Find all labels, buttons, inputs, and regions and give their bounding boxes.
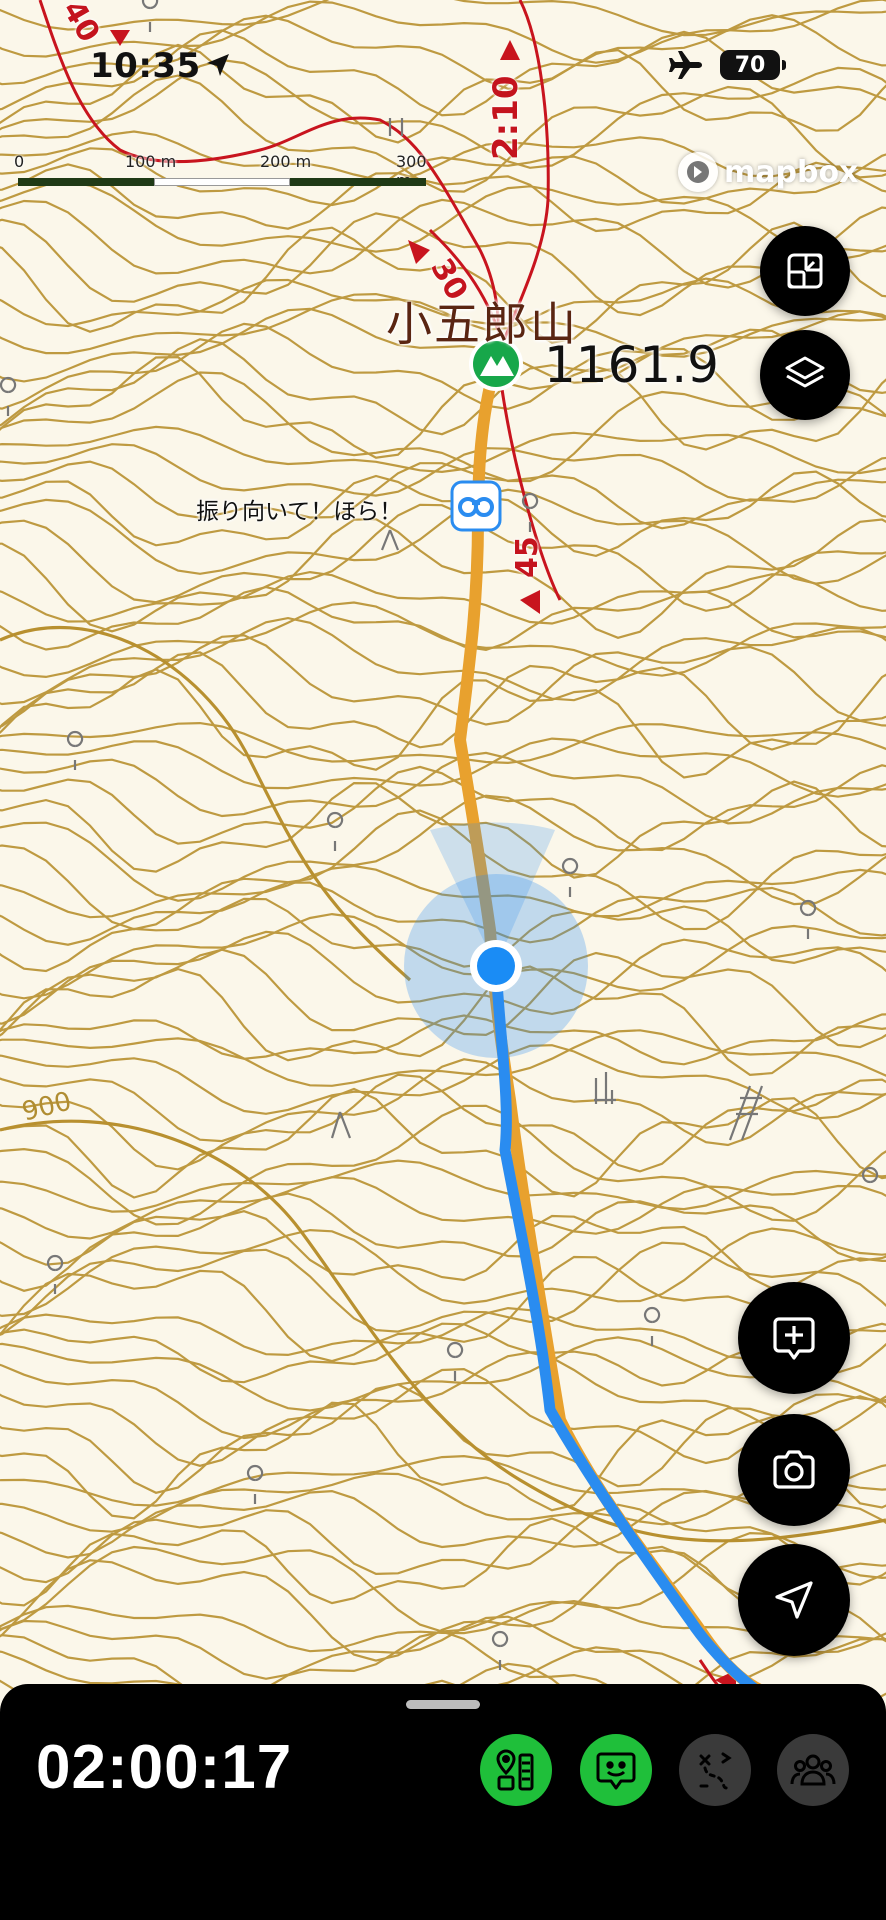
scale-tick: 0: [14, 152, 25, 171]
status-message-icon: [596, 1752, 636, 1790]
elapsed-time: 02:00:17: [36, 1733, 293, 1802]
course-time-label: 45: [510, 536, 545, 578]
add-memo-button[interactable]: [738, 1282, 850, 1394]
mapbox-logo-icon: [678, 152, 718, 192]
group-icon: [790, 1754, 836, 1786]
checkpoint-button[interactable]: [480, 1734, 552, 1806]
peak-elevation-label: 1161.9: [544, 336, 719, 394]
status-message-button[interactable]: [580, 1734, 652, 1806]
status-time: 10:35: [90, 46, 201, 86]
location-arrow-icon: [775, 1581, 813, 1619]
battery-level: 70: [734, 52, 766, 78]
camera-button[interactable]: [738, 1414, 850, 1526]
camera-icon: [773, 1450, 815, 1489]
route-off-button[interactable]: [679, 1734, 751, 1806]
activity-bottom-sheet[interactable]: 02:00:17: [0, 1684, 886, 1920]
layers-button[interactable]: [760, 330, 850, 420]
layers-icon: [785, 356, 825, 388]
route-off-icon: [699, 1752, 732, 1790]
airplane-mode-icon: [669, 51, 702, 79]
location-services-icon: [207, 54, 229, 76]
battery-indicator: 70: [720, 50, 786, 80]
scale-tick: 100 m: [125, 152, 177, 171]
scale-tick: 200 m: [260, 152, 312, 171]
current-location-button[interactable]: [738, 1544, 850, 1656]
add-memo-icon: [773, 1317, 815, 1360]
mapbox-wordmark: mapbox: [724, 154, 859, 190]
fullscreen-exit-icon: [787, 253, 823, 289]
fullscreen-exit-button[interactable]: [760, 226, 850, 316]
sheet-drag-handle[interactable]: [406, 1700, 480, 1709]
group-button[interactable]: [777, 1734, 849, 1806]
viewpoint-label: 振り向いて！ほら！: [196, 499, 403, 525]
mapbox-attribution[interactable]: mapbox: [678, 150, 858, 194]
scale-bar: 0 100 m 200 m 300 m: [14, 150, 428, 192]
binoculars-icon[interactable]: [450, 480, 502, 532]
checkpoint-icon: [496, 1749, 534, 1791]
status-bar: 10:35 70: [0, 40, 886, 90]
